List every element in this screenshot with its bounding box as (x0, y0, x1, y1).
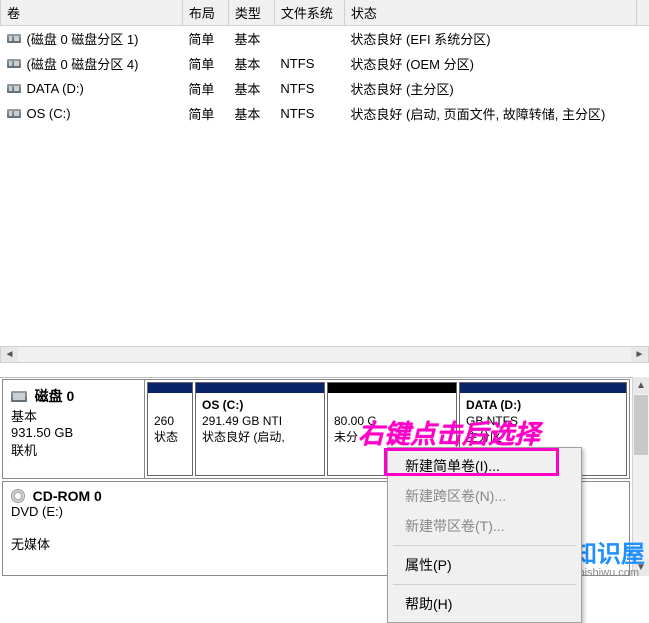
cell-status: 状态良好 (启动, 页面文件, 故障转储, 主分区) (344, 101, 636, 126)
col-overflow (637, 0, 649, 26)
table-row[interactable]: DATA (D:)简单基本NTFS状态良好 (主分区) (1, 76, 649, 101)
menu-properties[interactable]: 属性(P) (391, 550, 578, 580)
partition-header (196, 383, 324, 393)
cell-type: 基本 (228, 101, 274, 126)
partition-box[interactable]: 260 状态 (147, 382, 193, 476)
cdrom-line1: DVD (E:) (11, 504, 63, 519)
partition-body: 260 状态 (148, 393, 192, 452)
disk-0-size: 931.50 GB (11, 425, 73, 440)
cell-status: 状态良好 (主分区) (344, 76, 636, 101)
cell-layout: 简单 (182, 26, 228, 52)
menu-separator (393, 584, 576, 585)
cell-volume: (磁盘 0 磁盘分区 4) (21, 51, 183, 76)
volume-table: 卷 布局 类型 文件系统 状态 (磁盘 0 磁盘分区 1)简单基本状态良好 (E… (0, 0, 649, 126)
cell-filesystem: NTFS (274, 76, 344, 101)
menu-help[interactable]: 帮助(H) (391, 589, 578, 619)
cdrom-line2: 无媒体 (11, 537, 50, 552)
partition-body: OS (C:)291.49 GB NTI状态良好 (启动, (196, 393, 324, 452)
disk-icon (11, 391, 27, 402)
col-status[interactable]: 状态 (344, 0, 636, 26)
volume-icon (7, 59, 21, 68)
cell-layout: 简单 (182, 101, 228, 126)
cell-volume: (磁盘 0 磁盘分区 1) (21, 26, 183, 52)
cell-status: 状态良好 (OEM 分区) (344, 51, 636, 76)
menu-separator (393, 545, 576, 546)
volume-icon (7, 34, 21, 43)
volume-icon (7, 109, 21, 118)
table-header-row: 卷 布局 类型 文件系统 状态 (1, 0, 649, 26)
col-filesystem[interactable]: 文件系统 (274, 0, 344, 26)
col-layout[interactable]: 布局 (182, 0, 228, 26)
context-menu: 新建简单卷(I)... 新建跨区卷(N)... 新建带区卷(T)... 属性(P… (387, 447, 582, 623)
menu-new-simple-volume[interactable]: 新建简单卷(I)... (391, 451, 578, 481)
partition-body: 80.00 G未分 (328, 393, 456, 452)
scroll-up-button[interactable]: ▲ (633, 377, 649, 394)
cell-volume: OS (C:) (21, 101, 183, 126)
table-row[interactable]: (磁盘 0 磁盘分区 1)简单基本 状态良好 (EFI 系统分区) (1, 26, 649, 52)
partition-header (148, 383, 192, 393)
col-type[interactable]: 类型 (228, 0, 274, 26)
cell-volume: DATA (D:) (21, 76, 183, 101)
table-row[interactable]: OS (C:)简单基本NTFS状态良好 (启动, 页面文件, 故障转储, 主分区… (1, 101, 649, 126)
cell-filesystem: NTFS (274, 101, 344, 126)
scroll-left-button[interactable]: ◄ (1, 347, 18, 362)
cell-layout: 简单 (182, 76, 228, 101)
cell-filesystem (274, 26, 344, 52)
disk-0-label[interactable]: 磁盘 0 基本 931.50 GB 联机 (3, 380, 145, 478)
cell-layout: 简单 (182, 51, 228, 76)
partition-header (460, 383, 626, 393)
partition-box[interactable]: OS (C:)291.49 GB NTI状态良好 (启动, (195, 382, 325, 476)
scroll-thumb[interactable] (634, 395, 648, 455)
cell-filesystem: NTFS (274, 51, 344, 76)
disk-0-title: 磁盘 0 (35, 388, 75, 404)
disk-0-kind: 基本 (11, 409, 37, 424)
cell-type: 基本 (228, 26, 274, 52)
cell-type: 基本 (228, 76, 274, 101)
horizontal-scrollbar[interactable]: ◄ ► (0, 346, 649, 363)
cdrom-label[interactable]: CD-ROM 0 DVD (E:) 无媒体 (3, 482, 153, 575)
scroll-track[interactable] (18, 347, 631, 362)
scroll-right-button[interactable]: ► (631, 347, 648, 362)
col-volume[interactable]: 卷 (1, 0, 183, 26)
disk-0-state: 联机 (11, 443, 37, 458)
table-row[interactable]: (磁盘 0 磁盘分区 4)简单基本NTFS状态良好 (OEM 分区) (1, 51, 649, 76)
partition-body: DATA (D:)GB NTFS主分区 (460, 393, 626, 452)
watermark-title: 知识屋 (573, 543, 645, 567)
menu-new-striped-volume[interactable]: 新建带区卷(T)... (391, 511, 578, 541)
watermark-url: zhishiwu.com (573, 567, 645, 579)
cdrom-icon (11, 489, 25, 503)
volume-icon (7, 84, 21, 93)
cell-type: 基本 (228, 51, 274, 76)
cell-status: 状态良好 (EFI 系统分区) (344, 26, 636, 52)
partition-header (328, 383, 456, 393)
menu-new-spanned-volume[interactable]: 新建跨区卷(N)... (391, 481, 578, 511)
cdrom-title: CD-ROM 0 (33, 488, 102, 504)
